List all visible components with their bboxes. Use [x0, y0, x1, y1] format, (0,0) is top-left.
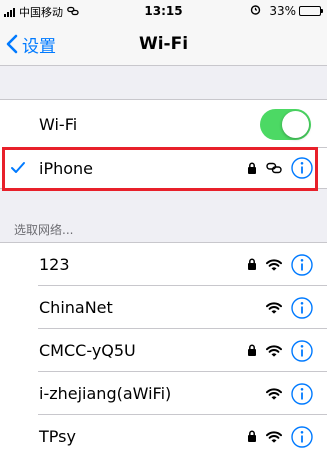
- wifi-signal-icon: [266, 344, 282, 357]
- info-icon[interactable]: [291, 339, 313, 362]
- network-row[interactable]: TPsy: [0, 415, 327, 458]
- lock-slot: [247, 255, 257, 274]
- info-icon[interactable]: [291, 296, 313, 319]
- networks-group: 123 ChinaNet CMCC-yQ5U i-zhejiang(aWiFi): [0, 242, 327, 458]
- highlight-box: [2, 147, 318, 191]
- wifi-signal-icon: [266, 387, 282, 400]
- lock-icon: [248, 430, 256, 442]
- network-name: i-zhejiang(aWiFi): [39, 384, 172, 403]
- wifi-toggle-row: Wi-Fi: [0, 100, 327, 148]
- network-name: ChinaNet: [39, 298, 113, 317]
- network-name: 123: [39, 255, 70, 274]
- lock-icon: [248, 344, 256, 356]
- wifi-signal-icon: [266, 430, 282, 443]
- network-row[interactable]: i-zhejiang(aWiFi): [0, 372, 327, 415]
- battery-percent: 33%: [269, 4, 296, 18]
- section-header: 选取网络...: [14, 223, 74, 237]
- network-name: TPsy: [39, 427, 76, 446]
- network-name: CMCC-yQ5U: [39, 341, 136, 360]
- lock-icon: [248, 258, 256, 270]
- info-icon[interactable]: [291, 425, 313, 448]
- back-label: 设置: [22, 36, 56, 57]
- navigation-bar: Wi-Fi 设置: [0, 22, 327, 66]
- alarm-icon: [250, 4, 261, 18]
- network-row[interactable]: 123: [0, 243, 327, 286]
- network-list: 123 ChinaNet CMCC-yQ5U i-zhejiang(aWiFi): [0, 243, 327, 458]
- network-row[interactable]: CMCC-yQ5U: [0, 329, 327, 372]
- info-icon[interactable]: [291, 382, 313, 405]
- network-row[interactable]: ChinaNet: [0, 286, 327, 329]
- status-bar: 中国移动 13:15 33%: [0, 0, 327, 22]
- lock-slot: [247, 427, 257, 446]
- info-icon[interactable]: [291, 253, 313, 276]
- chevron-left-icon: [6, 34, 18, 54]
- back-button[interactable]: 设置: [6, 22, 56, 66]
- lock-slot: [247, 341, 257, 360]
- wifi-label: Wi-Fi: [39, 114, 78, 134]
- wifi-signal-icon: [266, 258, 282, 271]
- wifi-signal-icon: [266, 301, 282, 314]
- status-right: 33%: [250, 4, 323, 18]
- wifi-toggle[interactable]: [260, 108, 311, 140]
- battery-icon: [299, 6, 323, 16]
